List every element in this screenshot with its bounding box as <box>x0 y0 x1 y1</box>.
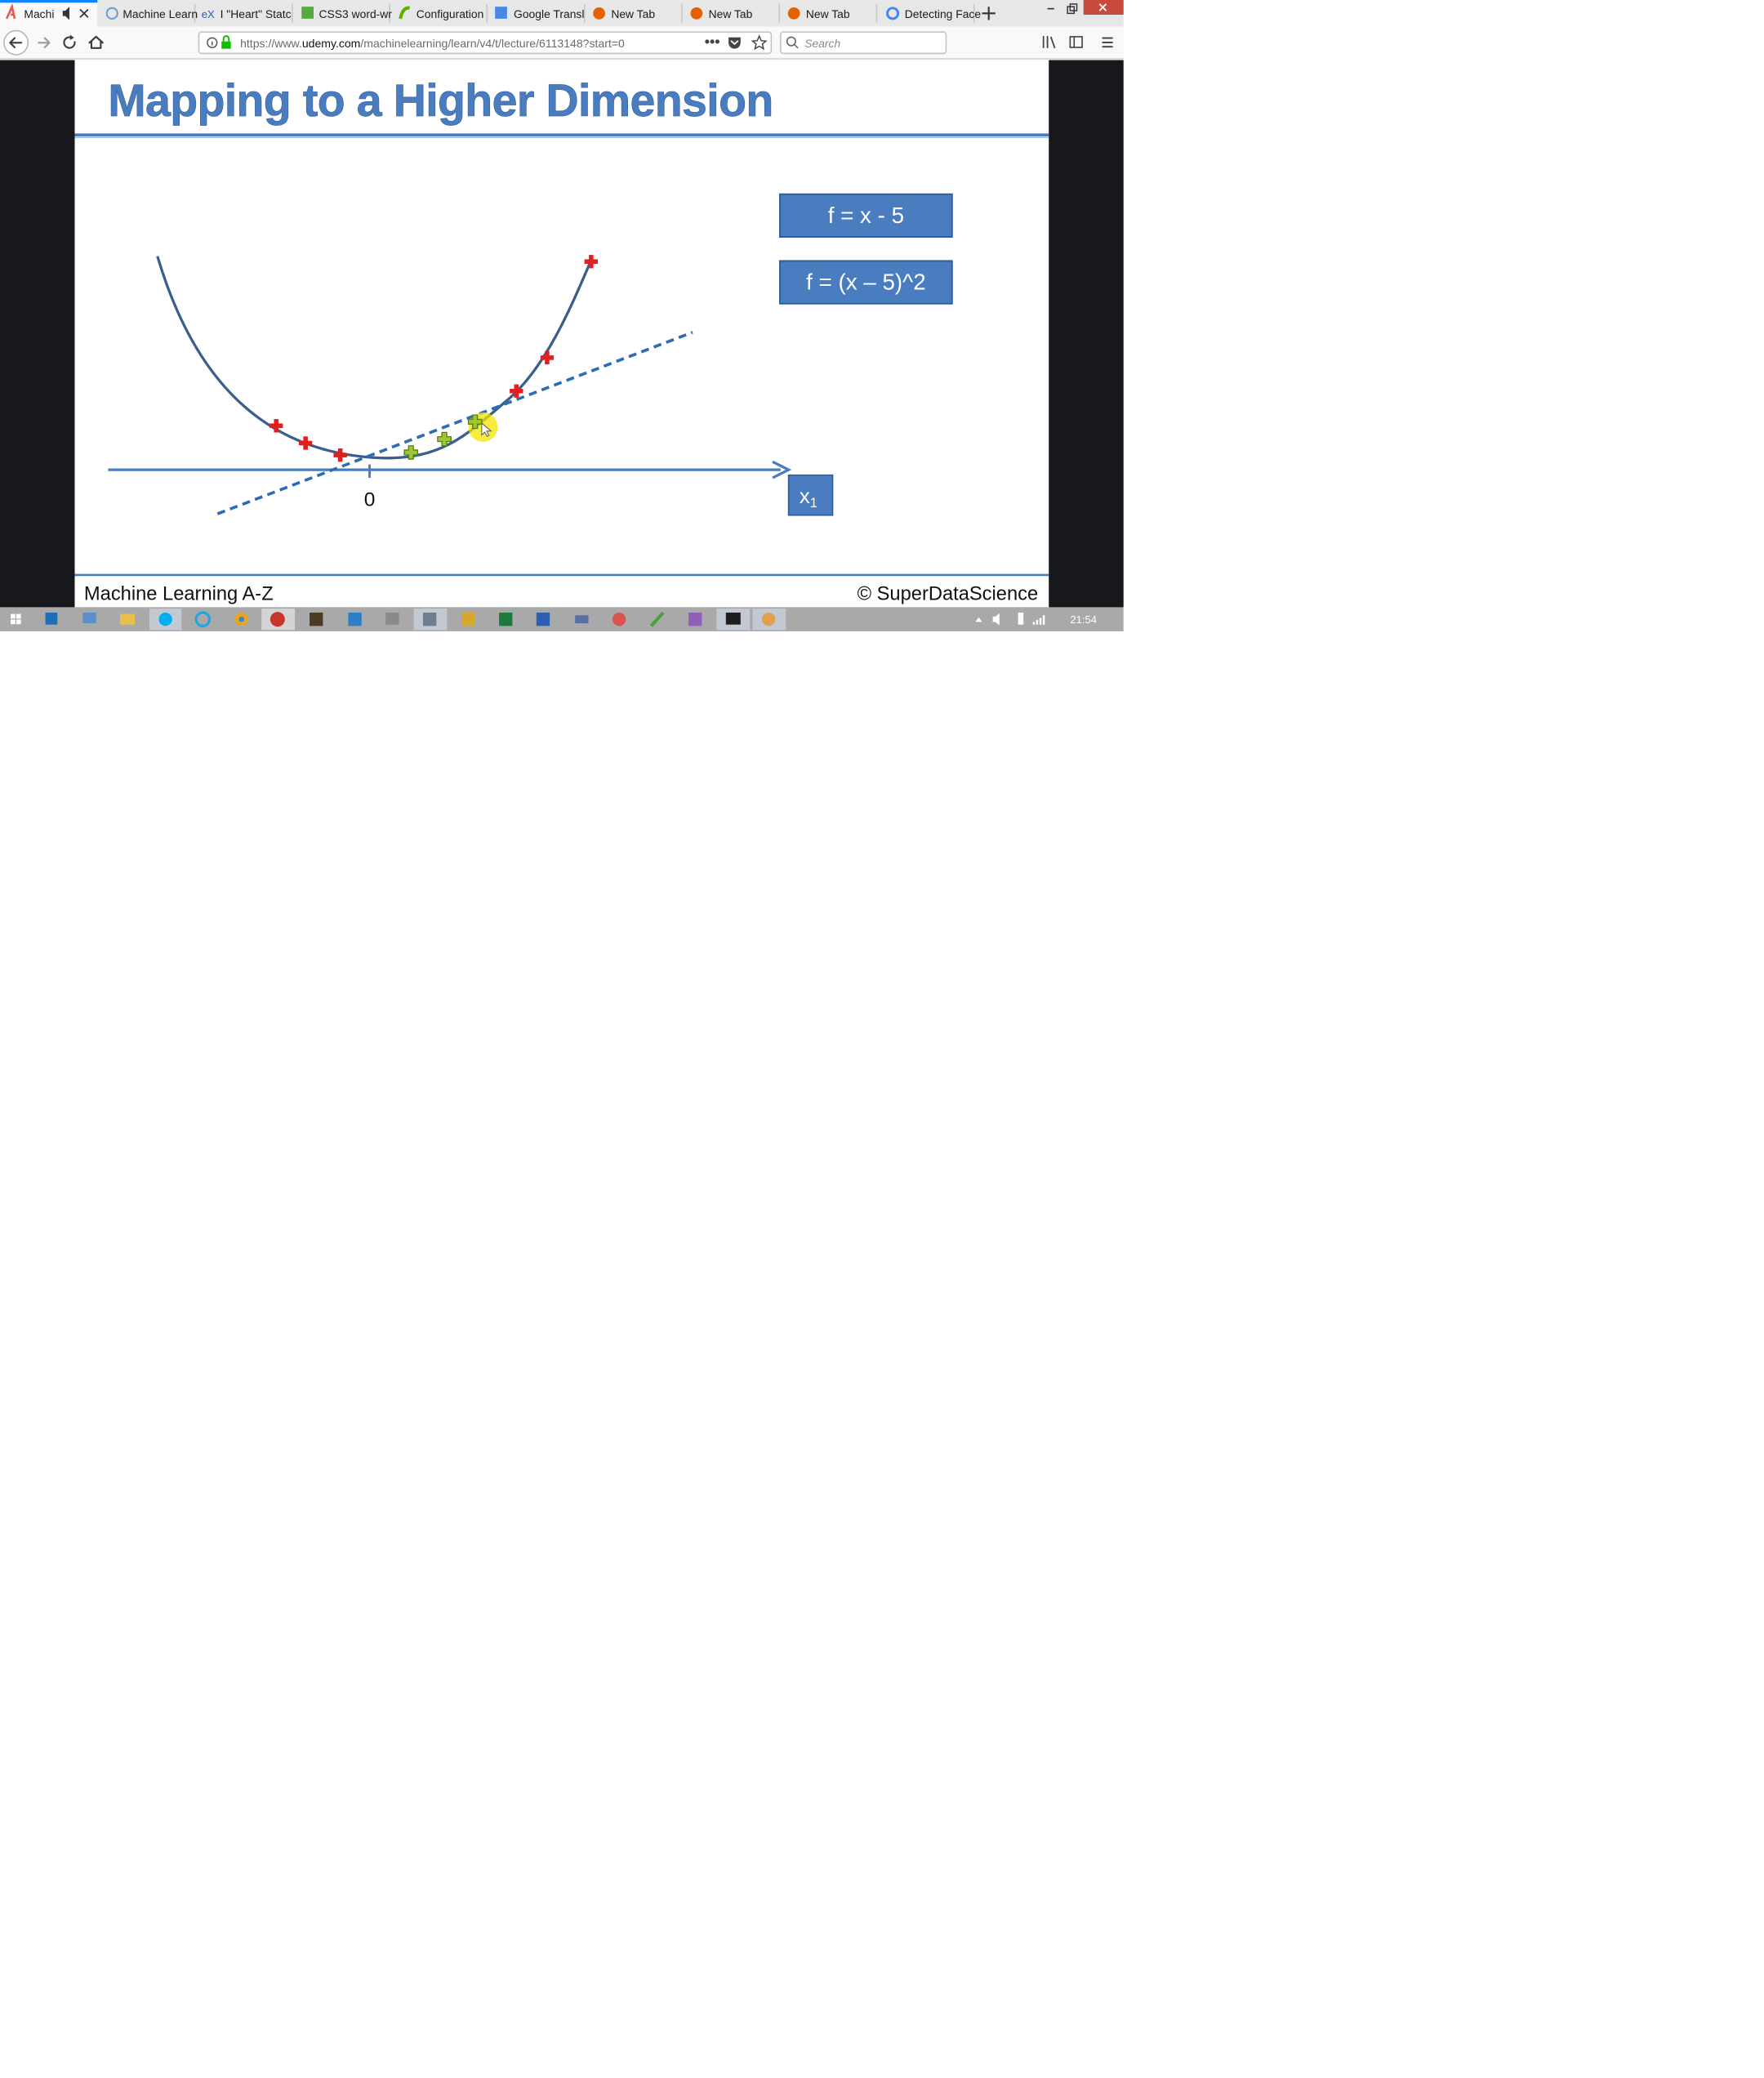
clock: 21:54 <box>1070 613 1097 626</box>
printer-icon[interactable] <box>385 612 399 625</box>
vscode-icon[interactable] <box>348 612 362 627</box>
firefox-icon <box>690 7 703 20</box>
screen: Machi Machine Learn eX I "Heart" Statc C… <box>0 0 1764 2078</box>
tab-3-label: CSS3 word-wr <box>318 7 392 20</box>
paint-icon[interactable] <box>461 612 475 627</box>
title-underline <box>74 133 1049 137</box>
app4-icon <box>761 612 776 627</box>
battery-icon[interactable] <box>1018 612 1024 625</box>
palette-icon[interactable] <box>612 612 626 627</box>
network-icon[interactable] <box>82 612 96 624</box>
back-button[interactable] <box>3 29 29 56</box>
app2-icon[interactable] <box>575 615 589 624</box>
formula-linear: f = x - 5 <box>828 203 904 228</box>
formula-quadratic: f = (x – 5)^2 <box>806 270 926 295</box>
tab-0[interactable]: Machi <box>0 0 98 27</box>
tab-1-label: Machine Learn <box>122 7 198 20</box>
page-actions-icon[interactable]: ••• <box>705 33 720 50</box>
skype-icon <box>158 612 172 627</box>
app-icon <box>422 612 437 627</box>
tab-6-label: New Tab <box>611 7 655 20</box>
firefox-icon <box>270 612 285 627</box>
favicon-icon <box>495 7 507 19</box>
firefox-icon <box>787 7 800 20</box>
tab-8-label: New Tab <box>806 7 850 20</box>
screenshot-canvas: Machi Machine Learn eX I "Heart" Statc C… <box>0 0 1124 631</box>
file-explorer-icon[interactable] <box>120 613 136 625</box>
slide <box>74 60 1049 608</box>
firefox-icon <box>593 7 605 20</box>
favicon-icon: eX <box>202 8 215 20</box>
url-text[interactable]: https://www.udemy.com/machinelearning/le… <box>240 37 625 50</box>
sublime-icon[interactable] <box>310 612 323 627</box>
tab-5-label: Google Transl <box>514 7 584 20</box>
excel-icon[interactable] <box>499 612 513 627</box>
footer-rule <box>74 573 1049 577</box>
footer-left: Machine Learning A-Z <box>84 583 274 604</box>
tab-4-label: Configuration <box>416 7 484 20</box>
tab-9-label: Detecting Face <box>905 7 982 20</box>
terminal-icon <box>725 612 741 625</box>
search-placeholder: Search <box>804 37 840 50</box>
tab-0-label: Machi <box>24 7 54 20</box>
tab-2-label: I "Heart" Statc <box>220 7 292 20</box>
slide-title: Mapping to a Higher Dimension <box>108 75 773 126</box>
footer-right: © SuperDataScience <box>858 583 1039 604</box>
tab-7-label: New Tab <box>709 7 753 20</box>
word-icon[interactable] <box>536 612 550 627</box>
outlook-icon[interactable] <box>45 612 58 625</box>
origin-label: 0 <box>364 488 376 511</box>
favicon-icon <box>301 7 314 19</box>
visual-studio-icon[interactable] <box>688 612 702 627</box>
